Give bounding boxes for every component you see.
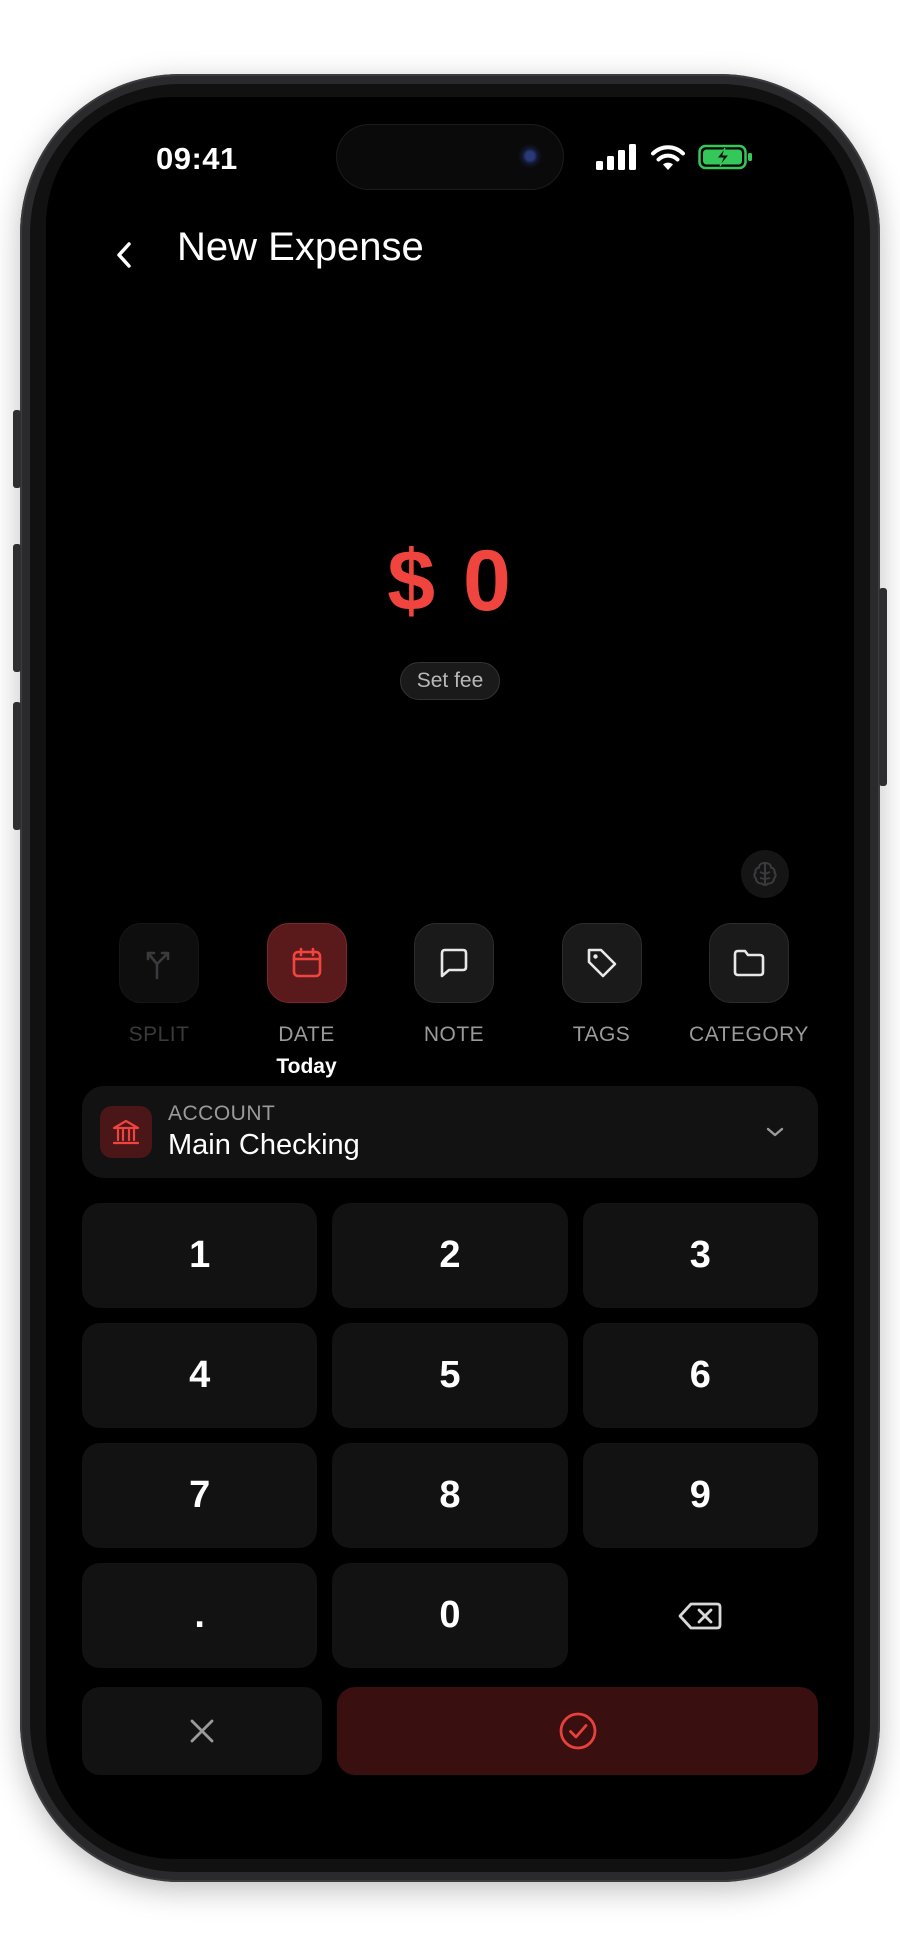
dynamic-island	[336, 124, 564, 190]
footer-actions	[82, 1687, 818, 1775]
key-decimal[interactable]: .	[82, 1563, 318, 1668]
chevron-left-icon	[117, 242, 131, 268]
check-circle-icon	[559, 1712, 596, 1750]
close-icon	[190, 1719, 214, 1743]
note-action[interactable]: NOTE	[391, 923, 517, 1079]
key-0[interactable]: 0	[332, 1563, 568, 1668]
set-fee-button[interactable]: Set fee	[400, 662, 500, 700]
category-tile[interactable]	[709, 923, 789, 1003]
account-selector[interactable]: ACCOUNT Main Checking	[82, 1086, 818, 1178]
tags-action[interactable]: TAGS	[539, 923, 665, 1079]
key-8[interactable]: 8	[332, 1443, 568, 1548]
key-7[interactable]: 7	[82, 1443, 318, 1548]
confirm-button[interactable]	[337, 1687, 818, 1775]
note-tile[interactable]	[414, 923, 494, 1003]
note-label: NOTE	[423, 1023, 485, 1046]
chevron-down-icon	[766, 1127, 784, 1137]
number-keypad: 1 2 3 4 5 6 7 8 9 . 0	[82, 1203, 818, 1668]
calendar-icon	[292, 947, 321, 978]
amount-display[interactable]: $ 0	[46, 532, 854, 631]
tags-label: TAGS	[572, 1023, 631, 1046]
page-title: New Expense	[177, 225, 424, 269]
split-arrows-icon	[146, 951, 170, 980]
cancel-button[interactable]	[82, 1687, 322, 1775]
status-icons	[596, 143, 754, 171]
battery-charging-icon	[698, 144, 752, 170]
app-screen: 09:41 New Expense $ 0 Set fee SPLIT DATE…	[46, 97, 854, 1859]
action-button	[13, 410, 21, 488]
bank-icon	[112, 1119, 140, 1145]
folder-icon	[733, 949, 765, 977]
account-name: Main Checking	[168, 1129, 360, 1161]
brain-icon	[753, 861, 777, 887]
front-camera	[518, 144, 542, 168]
cellular-signal-icon	[596, 144, 636, 170]
date-label: DATE	[278, 1023, 335, 1046]
wifi-icon	[651, 144, 685, 170]
tag-icon	[587, 948, 616, 978]
key-6[interactable]: 6	[582, 1323, 818, 1428]
category-action[interactable]: CATEGORY	[686, 923, 812, 1079]
action-row: SPLIT DATE Today NOTE TAGS CATEGORY	[96, 923, 812, 1079]
message-square-icon	[440, 948, 468, 978]
date-tile[interactable]	[266, 923, 347, 1003]
status-time: 09:41	[156, 141, 238, 176]
account-caption: ACCOUNT	[168, 1102, 276, 1125]
backspace-key[interactable]	[583, 1563, 818, 1668]
date-action[interactable]: DATE Today	[244, 923, 370, 1079]
key-2[interactable]: 2	[332, 1203, 568, 1308]
category-label: CATEGORY	[689, 1023, 809, 1046]
account-icon-tile	[100, 1106, 152, 1158]
account-text: ACCOUNT Main Checking	[168, 1102, 764, 1162]
key-1[interactable]: 1	[82, 1203, 318, 1308]
key-3[interactable]: 3	[582, 1203, 818, 1308]
tags-tile[interactable]	[561, 923, 642, 1003]
volume-up-button	[13, 544, 21, 672]
volume-down-button	[13, 702, 21, 830]
backspace-icon	[678, 1602, 722, 1629]
split-action[interactable]: SPLIT	[96, 923, 222, 1079]
split-tile[interactable]	[119, 923, 199, 1003]
key-5[interactable]: 5	[332, 1323, 568, 1428]
ai-assist-button[interactable]	[741, 850, 789, 898]
power-button	[879, 588, 887, 786]
key-4[interactable]: 4	[82, 1323, 318, 1428]
key-9[interactable]: 9	[582, 1443, 818, 1548]
date-value: Today	[276, 1055, 337, 1078]
back-button[interactable]	[102, 227, 146, 283]
split-label: SPLIT	[128, 1023, 190, 1046]
